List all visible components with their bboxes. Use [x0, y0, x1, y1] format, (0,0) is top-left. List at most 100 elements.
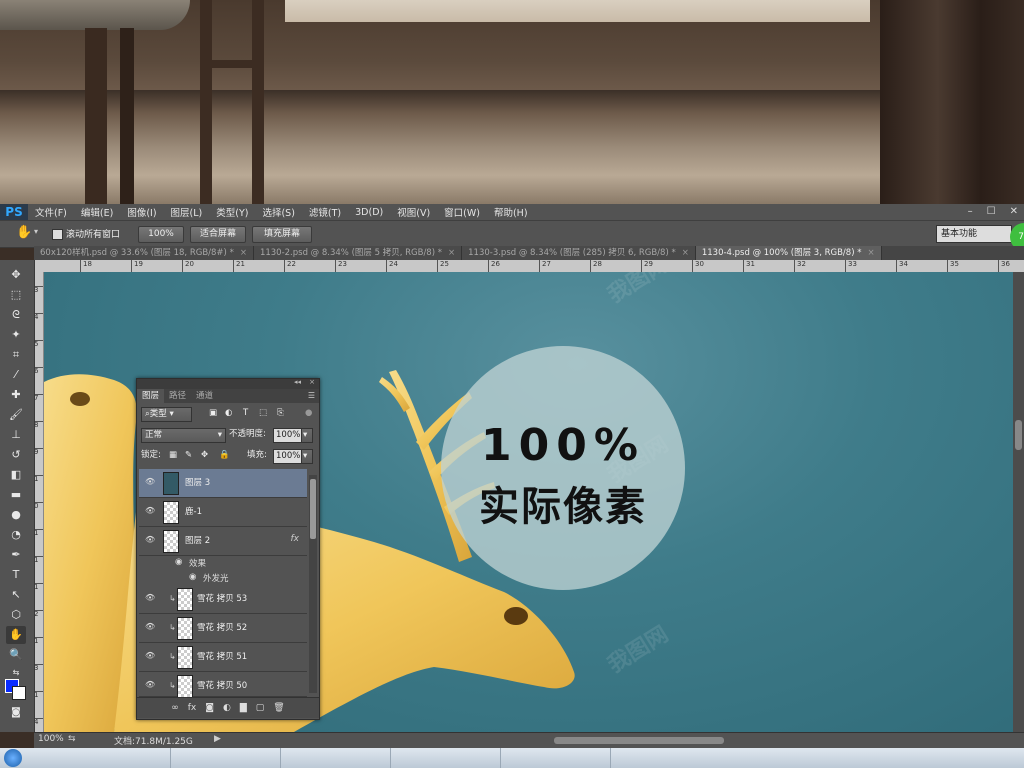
close-icon[interactable]: ×	[682, 248, 689, 258]
outer-glow-eye-icon[interactable]: ◉	[189, 572, 196, 582]
panel-menu-icon[interactable]: ☰	[308, 389, 319, 403]
eye-icon[interactable]: 👁	[145, 536, 155, 544]
background-color-swatch[interactable]	[12, 686, 26, 700]
layer-row[interactable]: 👁 ↳ 雪花 拷贝 51	[139, 643, 307, 672]
type-tool-icon[interactable]: T	[6, 566, 26, 584]
close-icon[interactable]: ×	[309, 378, 315, 386]
lock-transparent-icon[interactable]: ▦	[169, 449, 177, 462]
menu-filter[interactable]: 滤镜(T)	[302, 205, 348, 219]
eye-icon[interactable]: 👁	[145, 507, 155, 515]
move-tool-icon[interactable]: ✥	[6, 266, 26, 284]
minimize-button[interactable]: –	[968, 204, 973, 220]
filter-kind-select[interactable]: ⌕类型 ▾	[141, 407, 192, 422]
layer-row[interactable]: 👁 图层 3	[139, 469, 307, 498]
close-icon[interactable]: ×	[240, 248, 247, 258]
blend-mode-select[interactable]: 正常 ▾	[141, 428, 226, 443]
hand-tool-icon[interactable]: ✋	[6, 626, 26, 644]
effects-eye-icon[interactable]: ◉	[175, 557, 182, 567]
layer-row[interactable]: 👁 图层 2 fx	[139, 527, 307, 556]
close-button[interactable]: ✕	[1010, 204, 1018, 220]
layer-effects-icon[interactable]: fx	[291, 534, 300, 544]
brush-tool-icon[interactable]: 🖌	[6, 406, 26, 424]
chevron-down-icon[interactable]: ▾	[34, 227, 38, 236]
menu-3d[interactable]: 3D(D)	[348, 207, 390, 218]
menu-view[interactable]: 视图(V)	[390, 205, 437, 219]
shape-tool-icon[interactable]: ⬡	[6, 606, 26, 624]
fill-input[interactable]: 100%	[273, 449, 303, 464]
healing-brush-tool-icon[interactable]: ✚	[6, 386, 26, 404]
new-layer-icon[interactable]: ▢	[256, 703, 265, 713]
zoom-tool-icon[interactable]: 🔍	[6, 646, 26, 664]
eye-icon[interactable]: 👁	[145, 594, 155, 602]
layers-scrollbar-thumb[interactable]	[310, 479, 316, 539]
tab-doc-3[interactable]: 1130-3.psd @ 8.34% (图层 (285) 拷贝 6, RGB/8…	[462, 246, 696, 260]
close-icon[interactable]: ×	[867, 248, 874, 258]
zoom-level[interactable]: 100%	[38, 734, 64, 744]
menu-window[interactable]: 窗口(W)	[437, 205, 487, 219]
scroll-all-windows-checkbox[interactable]	[52, 229, 63, 240]
dodge-tool-icon[interactable]: ◔	[6, 526, 26, 544]
hand-icon[interactable]: ✋	[16, 225, 32, 240]
opacity-input[interactable]: 100%	[273, 428, 303, 443]
fill-slider-toggle[interactable]: ▾	[301, 449, 313, 464]
layer-row[interactable]: 👁 ↳ 雪花 拷贝 50	[139, 672, 307, 698]
add-mask-icon[interactable]: ◙	[205, 703, 214, 713]
menu-type[interactable]: 类型(Y)	[209, 205, 255, 219]
eye-icon[interactable]: 👁	[145, 478, 155, 486]
tab-doc-1[interactable]: 60x120样机.psd @ 33.6% (图层 18, RGB/8#) * ×	[34, 246, 254, 260]
workspace-select[interactable]: 基本功能	[936, 225, 1012, 243]
taskbar-item[interactable]	[280, 748, 391, 768]
pen-tool-icon[interactable]: ✒	[6, 546, 26, 564]
panel-header[interactable]: ◂◂ ×	[137, 378, 319, 389]
vertical-ruler[interactable]: 34567891011121314	[34, 272, 44, 732]
menu-edit[interactable]: 编辑(E)	[74, 205, 120, 219]
new-adjustment-icon[interactable]: ◐	[223, 703, 231, 713]
effects-label[interactable]: 效果	[189, 557, 206, 569]
layer-row[interactable]: 👁 鹿-1	[139, 498, 307, 527]
close-icon[interactable]: ×	[448, 248, 455, 258]
quick-mask-icon[interactable]: ◙	[6, 704, 26, 722]
start-button[interactable]	[4, 749, 22, 767]
menu-help[interactable]: 帮助(H)	[487, 205, 535, 219]
link-layers-icon[interactable]: ∞	[171, 703, 179, 713]
filter-smart-object-icon[interactable]: ⎘	[277, 407, 284, 420]
lock-image-icon[interactable]: ✎	[185, 449, 192, 462]
filter-adjustment-icon[interactable]: ◐	[225, 407, 232, 420]
new-group-icon[interactable]: ▇	[240, 703, 247, 713]
eraser-tool-icon[interactable]: ◧	[6, 466, 26, 484]
trash-icon[interactable]: 🗑	[273, 703, 284, 713]
fill-screen-button[interactable]: 填充屏幕	[252, 226, 312, 243]
layer-row[interactable]: 👁 ↳ 雪花 拷贝 53	[139, 585, 307, 614]
horizontal-scrollbar-thumb[interactable]	[554, 737, 724, 744]
eye-icon[interactable]: 👁	[145, 681, 155, 689]
tab-layers[interactable]: 图层	[137, 389, 165, 403]
path-selection-tool-icon[interactable]: ↖	[6, 586, 26, 604]
menu-image[interactable]: 图像(I)	[120, 205, 163, 219]
gradient-tool-icon[interactable]: ▬	[6, 486, 26, 504]
vertical-scrollbar-thumb[interactable]	[1015, 420, 1022, 450]
eye-icon[interactable]: 👁	[145, 623, 155, 631]
add-style-icon[interactable]: fx	[188, 703, 197, 713]
maximize-button[interactable]: ☐	[987, 204, 996, 220]
filter-shape-icon[interactable]: ⬚	[259, 407, 267, 420]
history-brush-tool-icon[interactable]: ↺	[6, 446, 26, 464]
menu-layer[interactable]: 图层(L)	[164, 205, 210, 219]
play-icon[interactable]: ▶	[214, 734, 221, 744]
vertical-scrollbar[interactable]	[1013, 272, 1024, 732]
lock-all-icon[interactable]: 🔒	[219, 449, 230, 462]
marquee-tool-icon[interactable]: ⬚	[6, 286, 26, 304]
tab-doc-2[interactable]: 1130-2.psd @ 8.34% (图层 5 拷贝, RGB/8) * ×	[253, 246, 463, 260]
filter-toggle-icon[interactable]: ●	[305, 407, 312, 420]
collapse-icon[interactable]: ◂◂	[294, 378, 301, 386]
menu-select[interactable]: 选择(S)	[255, 205, 301, 219]
tab-doc-4[interactable]: 1130-4.psd @ 100% (图层 3, RGB/8) * ×	[695, 246, 882, 260]
taskbar-item[interactable]	[60, 748, 171, 768]
taskbar-item[interactable]	[390, 748, 501, 768]
taskbar-item[interactable]	[500, 748, 611, 768]
filter-type-icon[interactable]: T	[243, 407, 248, 420]
eye-icon[interactable]: 👁	[145, 652, 155, 660]
eyedropper-tool-icon[interactable]: ⁄	[6, 366, 26, 384]
menu-file[interactable]: 文件(F)	[28, 205, 74, 219]
fit-screen-button[interactable]: 适合屏幕	[190, 226, 246, 243]
opacity-slider-toggle[interactable]: ▾	[301, 428, 313, 443]
